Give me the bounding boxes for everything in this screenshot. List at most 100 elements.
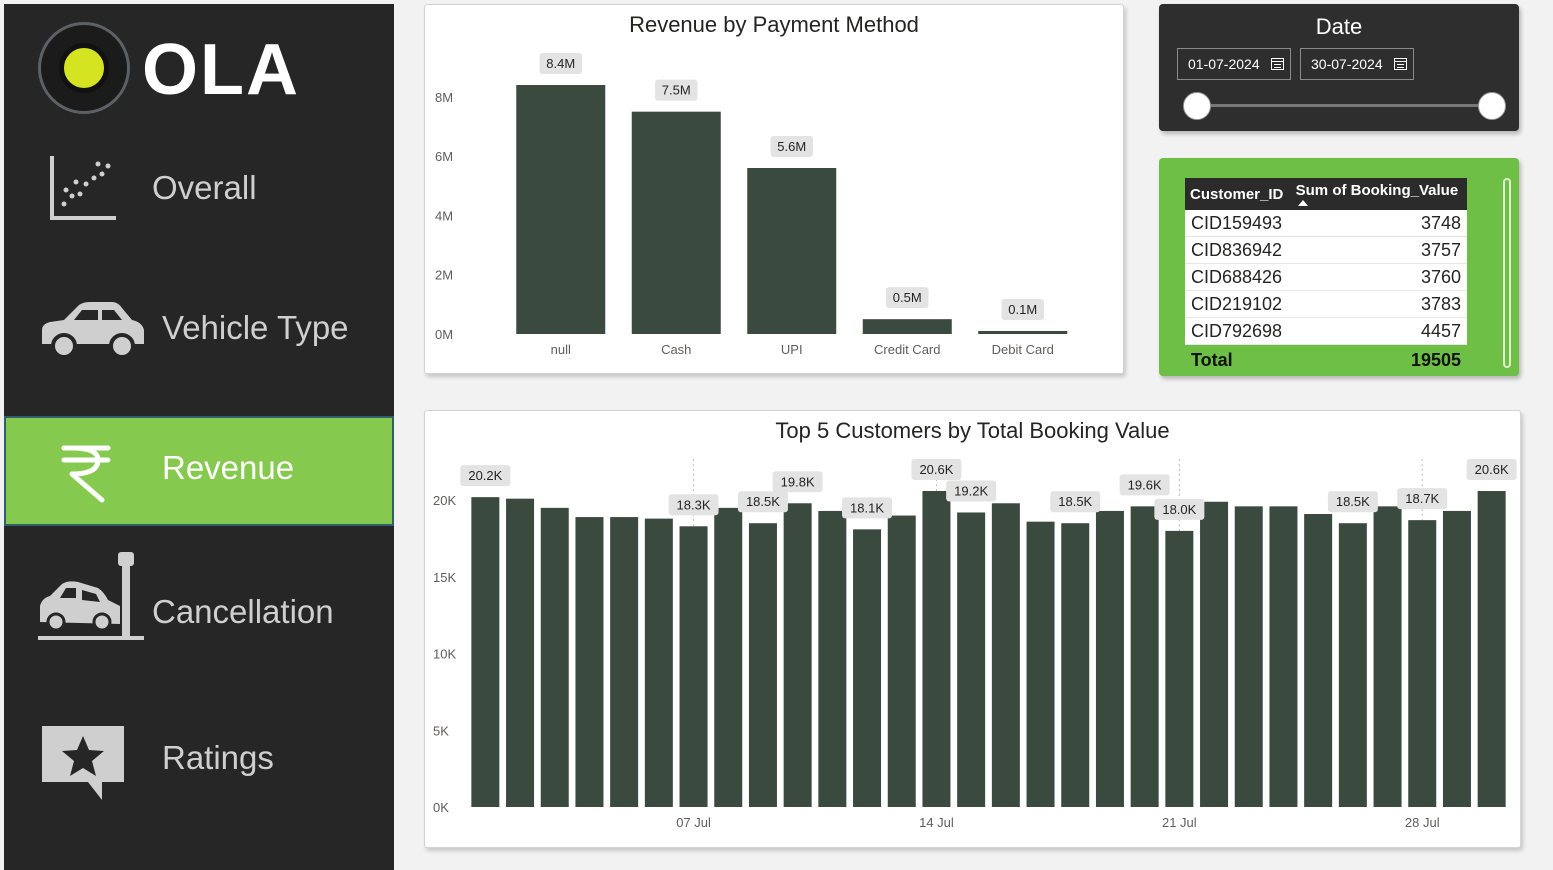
cell-customer-id: CID219102 — [1185, 290, 1291, 318]
end-date-input[interactable]: 30-07-2024 — [1300, 48, 1414, 80]
bar — [471, 497, 500, 807]
y-tick-label: 20K — [433, 493, 456, 508]
table-row[interactable]: CID688426 3760 — [1185, 263, 1467, 291]
data-label: 18.7K — [1405, 491, 1439, 506]
y-tick-label: 5K — [433, 723, 449, 738]
cell-customer-id: CID836942 — [1185, 236, 1291, 264]
bar — [747, 168, 837, 334]
calendar-icon[interactable] — [1271, 58, 1284, 70]
nav-label-cancellation: Cancellation — [152, 593, 334, 630]
y-tick-label: 0M — [435, 327, 453, 342]
sort-ascending-icon[interactable] — [1297, 200, 1308, 206]
nav-item-cancellation[interactable]: Cancellation — [4, 552, 394, 662]
bar — [610, 517, 639, 807]
x-tick-label: 14 Jul — [919, 815, 954, 830]
bar — [922, 491, 951, 807]
y-tick-label: 0K — [433, 800, 449, 815]
data-label: 18.3K — [677, 497, 711, 512]
data-label: 18.5K — [1058, 494, 1092, 509]
cell-booking-value: 3757 — [1290, 236, 1467, 264]
y-tick-label: 10K — [433, 647, 456, 662]
date-filter-title: Date — [1315, 14, 1363, 39]
data-label: 7.5M — [662, 83, 691, 98]
y-tick-label: 8M — [435, 90, 453, 105]
y-tick-label: 4M — [435, 208, 453, 223]
data-label: 5.6M — [777, 139, 806, 154]
bar — [679, 526, 708, 807]
data-label: 19.8K — [781, 474, 815, 489]
x-tick-label: 28 Jul — [1405, 815, 1440, 830]
cell-booking-value: 4457 — [1290, 317, 1467, 345]
bar — [1061, 523, 1090, 807]
nav-label-overall: Overall — [152, 169, 257, 206]
y-tick-label: 15K — [433, 570, 456, 585]
ola-logo: OLA — [38, 22, 338, 122]
column-header-booking-value[interactable]: Sum of Booking_Value — [1290, 178, 1467, 210]
table-row[interactable]: CID159493 3748 — [1185, 210, 1467, 237]
date-slider-start-handle[interactable] — [1183, 92, 1211, 120]
bar — [1408, 520, 1437, 807]
x-tick-label: UPI — [781, 342, 803, 357]
bar — [1373, 506, 1402, 807]
bar — [1477, 491, 1506, 807]
data-label: 19.6K — [1128, 477, 1162, 492]
sidebar: OLA Overall Vehicle Type Revenue Cancell… — [4, 4, 394, 870]
bar — [516, 85, 606, 334]
cell-booking-value: 3748 — [1290, 210, 1467, 237]
bar — [1338, 523, 1367, 807]
nav-item-overall[interactable]: Overall — [4, 132, 394, 242]
table-row[interactable]: CID836942 3757 — [1185, 236, 1467, 264]
cell-booking-value: 3783 — [1290, 290, 1467, 318]
nav-label-vehicle-type: Vehicle Type — [162, 309, 349, 346]
bar — [887, 515, 916, 807]
nav-item-ratings[interactable]: Ratings — [4, 702, 394, 812]
top-customers-chart-card: Top 5 Customers by Total Booking Value 0… — [424, 410, 1521, 848]
x-tick-label: 07 Jul — [676, 815, 711, 830]
bar — [540, 507, 569, 807]
total-value: 19505 — [1410, 349, 1461, 370]
ola-logo-mark — [38, 22, 130, 114]
table-scrollbar[interactable] — [1503, 178, 1511, 368]
date-slider-end-handle[interactable] — [1478, 92, 1506, 120]
table-row[interactable]: CID792698 4457 — [1185, 317, 1467, 345]
bar — [1095, 510, 1124, 807]
payment-method-chart-card: Revenue by Payment Method 0M 2M 4M 6M 8M null… — [424, 4, 1124, 374]
customer-table-card: Customer_ID Sum of Booking_Value CID1594… — [1159, 158, 1519, 376]
cell-booking-value: 3760 — [1290, 263, 1467, 291]
bar — [1269, 506, 1298, 807]
bar — [1234, 506, 1263, 807]
nav-item-revenue[interactable]: Revenue — [4, 416, 394, 526]
bar — [1442, 510, 1471, 807]
bar — [853, 529, 882, 807]
calendar-icon[interactable] — [1394, 58, 1407, 70]
bar — [631, 111, 721, 334]
bar — [714, 507, 743, 807]
start-date-input[interactable]: 01-07-2024 — [1177, 48, 1291, 80]
rupee-icon — [61, 445, 111, 503]
data-label: 19.2K — [954, 483, 988, 498]
data-label: 20.6K — [919, 462, 953, 477]
bar — [957, 512, 986, 807]
x-tick-label: null — [551, 342, 571, 357]
date-filter-card: Date 01-07-2024 30-07-2024 — [1159, 4, 1519, 131]
bar — [506, 498, 535, 807]
nav-item-vehicle-type[interactable]: Vehicle Type — [4, 272, 394, 382]
date-range-slider-track[interactable] — [1195, 104, 1491, 107]
customer-booking-table: Customer_ID Sum of Booking_Value CID1594… — [1185, 178, 1467, 375]
bar — [1026, 521, 1055, 807]
table-row[interactable]: CID219102 3783 — [1185, 290, 1467, 318]
cell-customer-id: CID159493 — [1185, 210, 1291, 237]
logo-text: OLA — [142, 30, 300, 110]
car-crash-icon — [38, 552, 144, 640]
nav-label-ratings: Ratings — [162, 739, 274, 776]
x-tick-label: Credit Card — [874, 342, 940, 357]
star-speech-bubble-icon — [42, 726, 124, 800]
column-header-customer-id[interactable]: Customer_ID — [1185, 178, 1291, 210]
cell-customer-id: CID792698 — [1185, 317, 1291, 345]
bar — [1130, 506, 1159, 807]
bar — [748, 523, 777, 807]
booking-value-bar-chart: 0K 5K 10K 15K 20K 07 Jul 14 Jul 21 Jul 28 Jul 20.… — [433, 459, 1517, 830]
x-tick-label: Debit Card — [992, 342, 1054, 357]
bar — [1200, 501, 1229, 807]
cell-customer-id: CID688426 — [1185, 263, 1291, 291]
